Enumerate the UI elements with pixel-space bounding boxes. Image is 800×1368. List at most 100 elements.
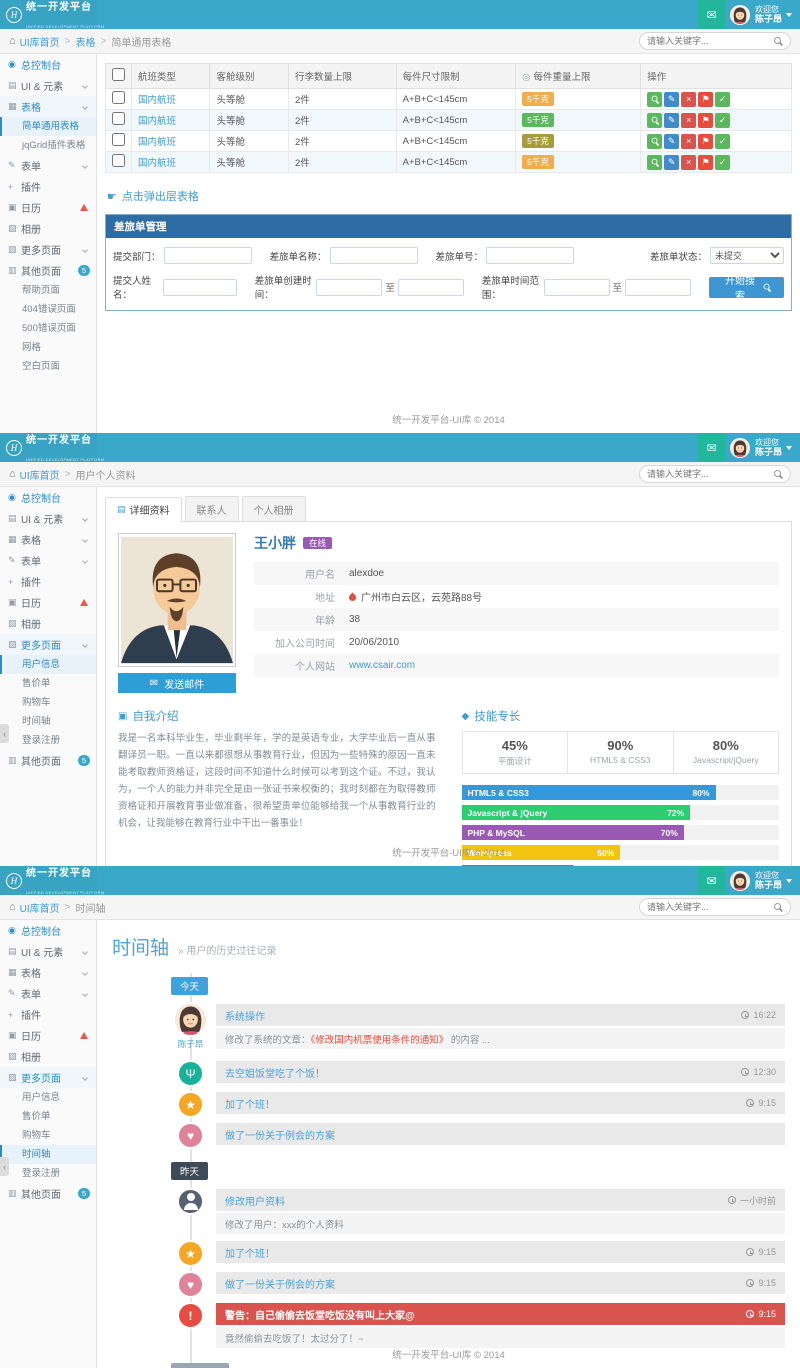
approve-action-button[interactable]: ✓ — [715, 134, 730, 149]
sidebar-item-more-pages[interactable]: ▧更多页面 — [0, 1067, 96, 1088]
timeline-item-title[interactable]: 做了一份关于例会的方案 — [225, 1276, 335, 1291]
flight-type-link[interactable]: 国内航班 — [138, 137, 176, 148]
sidebar-item-ui-elements[interactable]: ▤UI & 元素 — [0, 941, 96, 962]
flight-type-link[interactable]: 国内航班 — [138, 158, 176, 169]
sidebar-item-calendar[interactable]: ▣日历 — [0, 592, 96, 613]
mail-button[interactable]: ✉ — [698, 866, 725, 895]
sidebar-item-gallery[interactable]: ▨相册 — [0, 218, 96, 239]
personal-website-link[interactable]: www.csair.com — [349, 660, 415, 671]
sidebar-item-calendar[interactable]: ▣日历 — [0, 197, 96, 218]
sidebar-subitem-login[interactable]: 登录注册 — [0, 1164, 96, 1183]
column-header[interactable]: 客舱级别 — [210, 64, 288, 89]
timeline-item-title[interactable]: 警告：自己偷偷去饭堂吃饭没有叫上大家@ — [225, 1307, 415, 1322]
sidebar-item-more-pages[interactable]: ▧更多页面 — [0, 239, 96, 260]
sidebar-item-plugins[interactable]: +插件 — [0, 571, 96, 592]
flight-type-link[interactable]: 国内航班 — [138, 116, 176, 127]
tab-contacts[interactable]: 联系人 — [185, 496, 239, 521]
sidebar-item-gallery[interactable]: ▨相册 — [0, 613, 96, 634]
start-search-button[interactable]: 开始搜索 — [709, 277, 784, 298]
row-checkbox[interactable] — [112, 133, 125, 146]
row-checkbox[interactable] — [112, 112, 125, 125]
sidebar-subitem-user-info[interactable]: 用户信息 — [0, 655, 96, 674]
sidebar-item-forms[interactable]: ✎表单 — [0, 983, 96, 1004]
sidebar-subitem-404[interactable]: 404错误页面 — [0, 300, 96, 319]
delete-action-button[interactable]: × — [681, 92, 696, 107]
app-logo[interactable]: H 统一开发平台UNIFIED DEVELOPMENT PLATFORM — [0, 0, 97, 29]
delete-action-button[interactable]: × — [681, 134, 696, 149]
edit-action-button[interactable]: ✎ — [664, 92, 679, 107]
status-select[interactable]: 未提交 — [710, 247, 784, 264]
sidebar-subitem-price-list[interactable]: 售价单 — [0, 674, 96, 693]
app-logo[interactable]: H 统一开发平台UNIFIED DEVELOPMENT PLATFORM — [0, 433, 97, 462]
sidebar-subitem-grid[interactable]: 网格 — [0, 338, 96, 357]
approve-action-button[interactable]: ✓ — [715, 155, 730, 170]
user-avatar[interactable] — [730, 871, 750, 891]
sidebar-subitem-500[interactable]: 500错误页面 — [0, 319, 96, 338]
sidebar-subitem-user-info[interactable]: 用户信息 — [0, 1088, 96, 1107]
sidebar-subitem-price-list[interactable]: 售价单 — [0, 1107, 96, 1126]
flight-type-link[interactable]: 国内航班 — [138, 95, 176, 106]
search-icon[interactable] — [774, 470, 783, 479]
order-name-input[interactable] — [330, 247, 418, 264]
view-action-button[interactable] — [647, 113, 662, 128]
timeline-item-title[interactable]: 加了个班！ — [225, 1245, 275, 1260]
sidebar-subitem-jqgrid-table[interactable]: jqGrid插件表格 — [0, 136, 96, 155]
user-avatar[interactable] — [730, 438, 750, 458]
sidebar-subitem-login[interactable]: 登录注册 — [0, 731, 96, 750]
mail-button[interactable]: ✉ — [698, 0, 725, 29]
chevron-down-icon[interactable] — [786, 446, 792, 450]
global-search-input[interactable] — [647, 469, 774, 479]
sidebar-subitem-cart[interactable]: 购物车 — [0, 693, 96, 712]
breadcrumb-link-tables[interactable]: 表格 — [76, 34, 96, 49]
timeline-item-title[interactable]: 加了个班！ — [225, 1096, 275, 1111]
flag-action-button[interactable]: ⚑ — [698, 155, 713, 170]
sidebar-item-dashboard[interactable]: ◉总控制台 — [0, 487, 96, 508]
sidebar-item-dashboard[interactable]: ◉总控制台 — [0, 54, 96, 75]
search-icon[interactable] — [774, 903, 783, 912]
column-header[interactable]: 操作 — [641, 64, 792, 89]
breadcrumb-link-home[interactable]: UI库首页 — [20, 34, 60, 49]
sidebar-item-plugins[interactable]: +插件 — [0, 1004, 96, 1025]
tab-details[interactable]: ▤详细资料 — [105, 497, 182, 522]
edit-action-button[interactable]: ✎ — [664, 113, 679, 128]
sidebar-subitem-timeline[interactable]: 时间轴 — [0, 712, 96, 731]
flag-action-button[interactable]: ⚑ — [698, 113, 713, 128]
app-logo[interactable]: H 统一开发平台UNIFIED DEVELOPMENT PLATFORM — [0, 866, 97, 895]
column-header[interactable]: ◎每件重量上限 — [516, 64, 641, 89]
sidebar-item-tables[interactable]: ▦表格 — [0, 962, 96, 983]
sidebar-collapse-handle[interactable]: ‹ — [0, 724, 9, 743]
chevron-down-icon[interactable] — [786, 13, 792, 17]
range-from-input[interactable] — [544, 279, 610, 296]
chevron-down-icon[interactable] — [786, 879, 792, 883]
user-avatar[interactable] — [730, 5, 750, 25]
column-header[interactable]: 航班类型 — [132, 64, 210, 89]
approve-action-button[interactable]: ✓ — [715, 92, 730, 107]
sidebar-item-gallery[interactable]: ▨相册 — [0, 1046, 96, 1067]
popup-table-link[interactable]: ☛点击弹出层表格 — [107, 188, 790, 204]
sidebar-item-more-pages[interactable]: ▧更多页面 — [0, 634, 96, 655]
flag-action-button[interactable]: ⚑ — [698, 92, 713, 107]
mail-button[interactable]: ✉ — [698, 433, 725, 462]
timeline-item-title[interactable]: 系统操作 — [225, 1008, 265, 1023]
search-icon[interactable] — [774, 37, 783, 46]
edit-action-button[interactable]: ✎ — [664, 134, 679, 149]
global-search-input[interactable] — [647, 36, 774, 46]
dept-input[interactable] — [164, 247, 252, 264]
sidebar-collapse-handle[interactable]: ‹ — [0, 1157, 9, 1176]
sidebar-item-other-pages[interactable]: ▥其他页面5 — [0, 750, 96, 771]
sidebar-item-forms[interactable]: ✎表单 — [0, 155, 96, 176]
sidebar-item-ui-elements[interactable]: ▤UI & 元素 — [0, 75, 96, 96]
global-search-input[interactable] — [647, 902, 774, 912]
row-checkbox[interactable] — [112, 154, 125, 167]
view-action-button[interactable] — [647, 155, 662, 170]
sidebar-item-tables[interactable]: ▦表格 — [0, 96, 96, 117]
sidebar-item-plugins[interactable]: +插件 — [0, 176, 96, 197]
sidebar-item-tables[interactable]: ▦表格 — [0, 529, 96, 550]
range-to-input[interactable] — [625, 279, 691, 296]
timeline-item-title[interactable]: 修改用户资料 — [225, 1193, 285, 1208]
sidebar-subitem-cart[interactable]: 购物车 — [0, 1126, 96, 1145]
view-action-button[interactable] — [647, 134, 662, 149]
sidebar-item-ui-elements[interactable]: ▤UI & 元素 — [0, 508, 96, 529]
tab-photos[interactable]: 个人相册 — [242, 496, 306, 521]
order-no-input[interactable] — [486, 247, 574, 264]
